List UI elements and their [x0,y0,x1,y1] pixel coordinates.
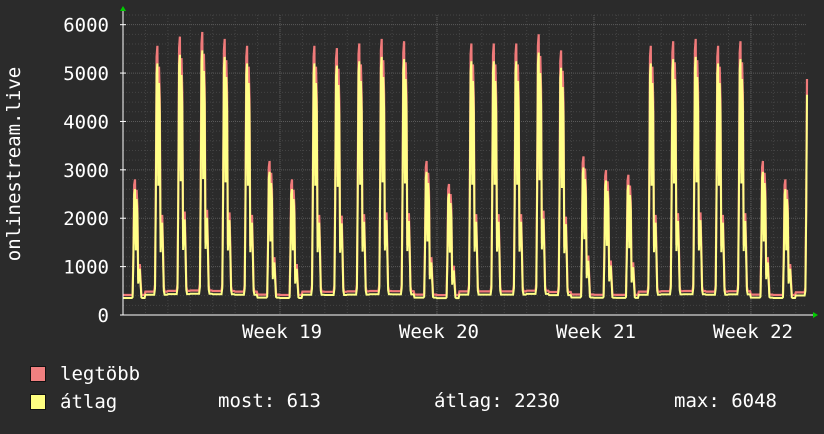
y-tick-label: 5000 [63,63,109,85]
y-tick-label: 4000 [63,111,109,133]
chart: 0 1000 2000 3000 4000 5000 6000 Week 19 Week 20 W… [0,0,824,430]
legend-label-max: legtöbb [60,363,141,385]
y-axis-label: onlinestream.live [3,67,25,261]
x-tick-label: Week 19 [242,321,322,343]
legend-item-max: legtöbb [30,362,140,386]
y-tick-label: 0 [98,305,109,327]
legend-label-avg: átlag [60,391,118,413]
x-tick-label: Week 20 [399,321,479,343]
x-tick-label: Week 22 [713,321,793,343]
y-tick-label: 3000 [63,160,109,182]
y-tick-label: 6000 [63,15,109,37]
stat-maximum: max: 6048 [674,390,777,412]
stat-current: most: 613 [218,390,321,412]
y-tick-label: 1000 [63,257,109,279]
legend-swatch-max [30,366,46,382]
y-tick-label: 2000 [63,208,109,230]
stat-average: átlag: 2230 [434,390,560,412]
legend-swatch-avg [30,394,46,410]
x-tick-label: Week 21 [556,321,636,343]
legend-item-avg: átlag [30,390,117,414]
